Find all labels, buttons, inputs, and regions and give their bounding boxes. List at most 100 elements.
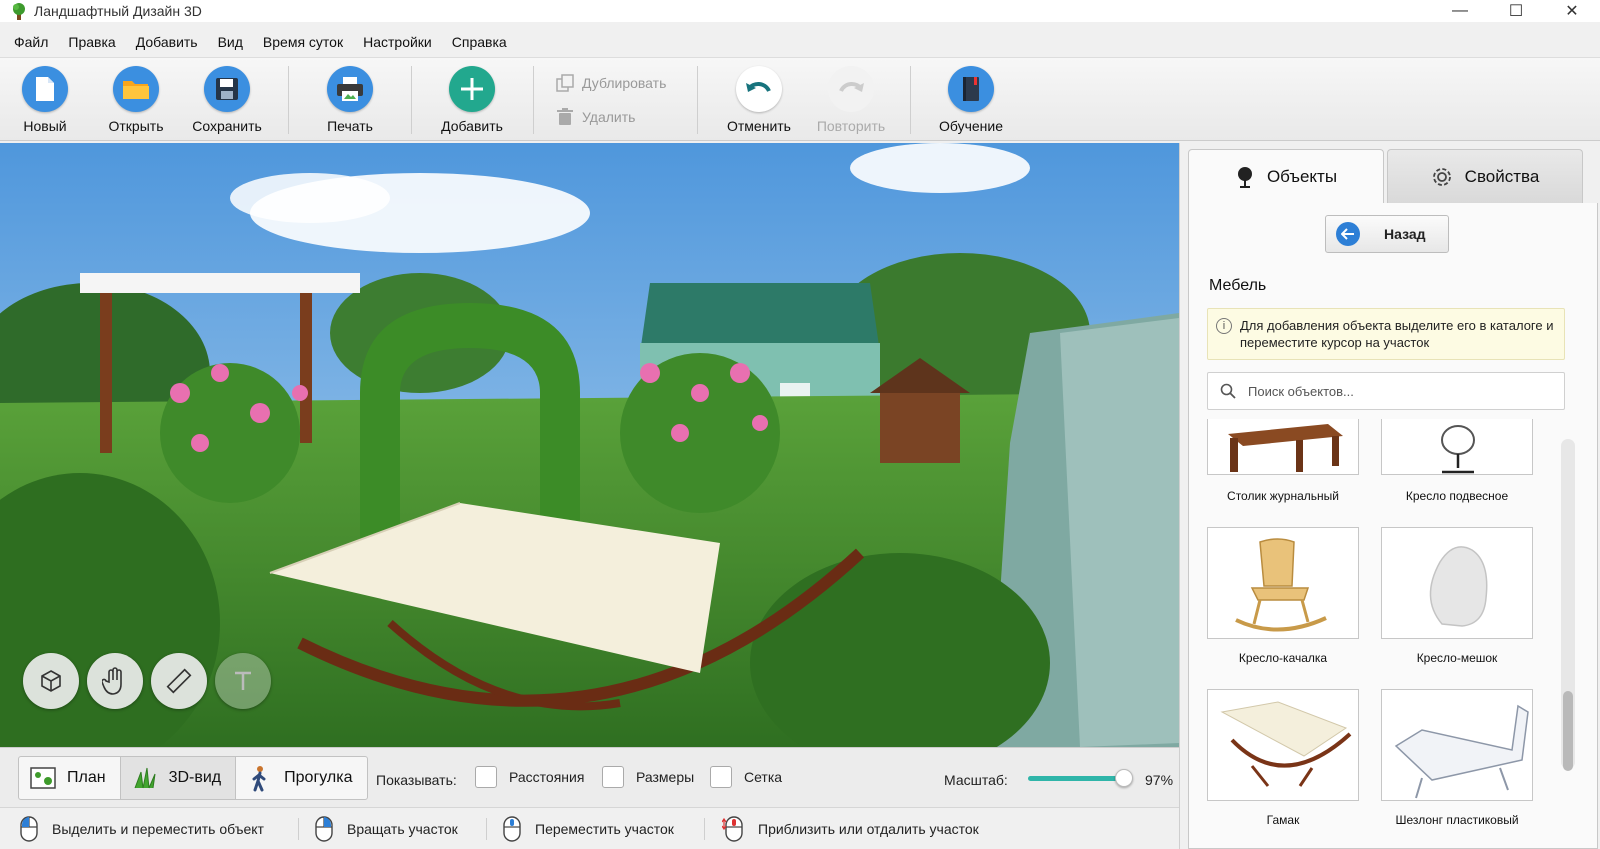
item-label: Гамак — [1266, 813, 1300, 827]
item-label: Столик журнальный — [1227, 489, 1339, 503]
hint-label: Переместить участок — [535, 821, 674, 837]
redo-button[interactable]: Повторить — [806, 58, 896, 142]
close-button[interactable]: ✕ — [1544, 0, 1600, 22]
tab-walk[interactable]: Прогулка — [236, 757, 366, 799]
cube-rotate-icon — [41, 670, 61, 692]
catalog-scrollbar-thumb[interactable] — [1563, 691, 1573, 771]
tab-3d-view[interactable]: 3D-вид — [120, 757, 237, 799]
catalog-item-rocking-chair[interactable]: Кресло-качалка — [1207, 527, 1359, 677]
catalog-item-hammock[interactable]: Гамак — [1207, 689, 1359, 839]
menu-time-of-day[interactable]: Время суток — [253, 34, 353, 50]
save-button[interactable]: Сохранить — [182, 58, 272, 142]
checkbox-box[interactable] — [475, 766, 497, 788]
maximize-button[interactable]: ☐ — [1488, 0, 1544, 22]
mouse-left-click-icon — [20, 816, 38, 842]
bean-bag-image — [1429, 546, 1488, 627]
tab-objects[interactable]: Объекты — [1188, 149, 1384, 203]
grid-checkbox[interactable]: Сетка — [710, 766, 782, 788]
undo-label: Отменить — [727, 118, 791, 134]
toolbar-separator — [910, 66, 911, 134]
add-button[interactable]: Добавить — [427, 58, 517, 142]
tab-properties-label: Свойства — [1464, 166, 1540, 186]
item-thumbnail — [1381, 689, 1533, 801]
objects-panel: Объекты Свойства Назад Мебель i Для доба… — [1179, 143, 1600, 849]
pan-view-tool[interactable] — [87, 653, 143, 709]
3d-viewport[interactable] — [0, 143, 1179, 747]
undo-button[interactable]: Отменить — [714, 58, 804, 142]
hand-icon — [102, 667, 122, 695]
text-icon — [235, 671, 251, 690]
dimensions-checkbox[interactable]: Размеры — [602, 766, 694, 788]
grass-3d-icon — [134, 767, 156, 789]
search-box[interactable] — [1207, 372, 1565, 410]
tutorial-button[interactable]: Обучение — [926, 58, 1016, 142]
new-label: Новый — [23, 118, 67, 134]
text-tool[interactable] — [215, 653, 271, 709]
info-notice: i Для добавления объекта выделите его в … — [1207, 308, 1565, 360]
tab-properties[interactable]: Свойства — [1387, 149, 1583, 203]
walking-person-icon — [252, 766, 266, 792]
hint-label: Выделить и переместить объект — [52, 821, 264, 837]
redo-icon — [828, 66, 874, 112]
mouse-right-click-icon — [315, 816, 333, 842]
catalog-item-plastic-lounger[interactable]: Шезлонг пластиковый — [1381, 689, 1533, 839]
tab-objects-label: Объекты — [1266, 166, 1338, 186]
save-label: Сохранить — [192, 118, 262, 134]
item-label: Кресло подвесное — [1405, 489, 1509, 503]
checkbox-box[interactable] — [710, 766, 732, 788]
new-button[interactable]: Новый — [0, 58, 90, 142]
menu-help[interactable]: Справка — [442, 34, 517, 50]
measure-tool[interactable] — [151, 653, 207, 709]
distances-checkbox[interactable]: Расстояния — [475, 766, 584, 788]
catalog-item-bean-bag[interactable]: Кресло-мешок — [1381, 527, 1533, 677]
tree-icon — [1237, 166, 1252, 188]
delete-button[interactable]: Удалить — [556, 108, 635, 126]
info-text: Для добавления объекта выделите его в ка… — [1240, 318, 1554, 350]
delete-label: Удалить — [582, 109, 636, 125]
search-input[interactable] — [1248, 383, 1548, 399]
item-label: Шезлонг пластиковый — [1395, 813, 1519, 827]
checkbox-box[interactable] — [602, 766, 624, 788]
menu-add[interactable]: Добавить — [126, 34, 208, 50]
trash-icon — [557, 108, 573, 125]
menu-edit[interactable]: Правка — [58, 34, 125, 50]
menu-settings[interactable]: Настройки — [353, 34, 442, 50]
folder-icon — [113, 66, 159, 112]
window-title: Ландшафтный Дизайн 3D — [34, 3, 202, 19]
view-bar: План 3D-вид Прогулка Показывать: Расстоя… — [0, 747, 1179, 807]
tab-walk-label: Прогулка — [284, 769, 353, 786]
rotate-view-tool[interactable] — [23, 653, 79, 709]
zoom-slider[interactable] — [1028, 766, 1133, 790]
redo-label: Повторить — [816, 118, 886, 134]
arrow-left-icon — [1336, 222, 1360, 246]
mouse-wheel-click-icon — [503, 816, 521, 842]
back-button[interactable]: Назад — [1325, 215, 1449, 253]
back-label: Назад — [1384, 226, 1426, 242]
duplicate-button[interactable]: Дублировать — [556, 74, 666, 92]
menu-file[interactable]: Файл — [4, 34, 58, 50]
tab-3d-view-label: 3D-вид — [168, 769, 222, 786]
panel-body: Назад Мебель i Для добавления объекта вы… — [1188, 203, 1598, 849]
distances-label: Расстояния — [509, 769, 585, 785]
search-icon — [1220, 383, 1236, 399]
tab-plan-label: План — [67, 769, 106, 786]
toolbar-separator — [533, 66, 534, 134]
coffee-table-image — [1228, 424, 1343, 472]
printer-icon — [327, 66, 373, 112]
status-separator — [486, 818, 487, 840]
toolbar-separator — [697, 66, 698, 134]
open-button[interactable]: Открыть — [91, 58, 181, 142]
new-file-icon — [22, 66, 68, 112]
title-bar: Ландшафтный Дизайн 3D — ☐ ✕ — [0, 0, 1600, 22]
zoom-slider-thumb[interactable] — [1115, 769, 1133, 787]
minimize-button[interactable]: — — [1432, 0, 1488, 22]
grid-label: Сетка — [744, 769, 783, 785]
item-thumbnail — [1207, 527, 1359, 639]
floppy-disk-icon — [204, 66, 250, 112]
print-button[interactable]: Печать — [305, 58, 395, 142]
hint-zoom: Приблизить или отдалить участок — [722, 808, 979, 849]
print-label: Печать — [327, 118, 373, 134]
menu-view[interactable]: Вид — [208, 34, 253, 50]
hanging-chair-image — [1441, 425, 1475, 474]
tab-plan[interactable]: План — [19, 757, 121, 799]
